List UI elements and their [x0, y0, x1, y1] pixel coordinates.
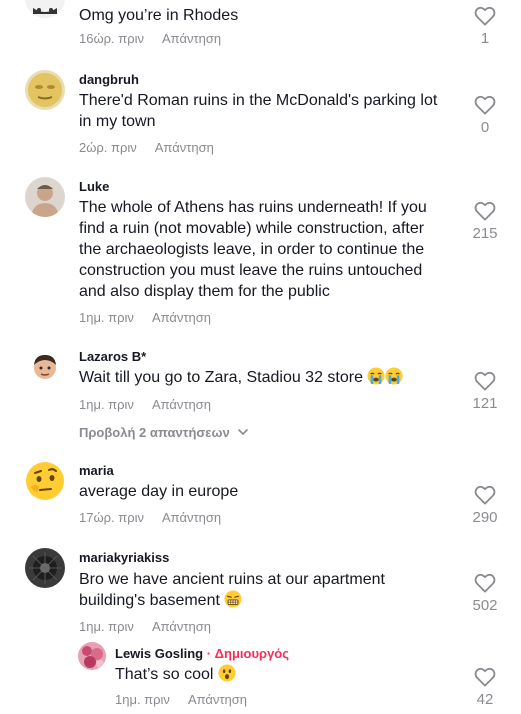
comment-username[interactable]: mariakyriakiss	[79, 550, 169, 565]
comment-text-content: Wait till you go to Zara, Stadiou 32 sto…	[79, 369, 363, 386]
comment-meta: 1ημ. πριν Απάντηση	[79, 310, 211, 325]
like-button[interactable]: 1	[465, 6, 505, 47]
like-count: 290	[472, 509, 498, 526]
comment-meta: 2ώρ. πριν Απάντηση	[79, 140, 214, 155]
avatar-image	[25, 347, 65, 387]
comment-text: Bro we have ancient ruins at our apartme…	[79, 569, 449, 611]
reply-button[interactable]: Απάντηση	[188, 692, 247, 707]
creator-badge: · Δημιουργός	[203, 646, 290, 661]
comment-username[interactable]: Lazaros B*	[79, 349, 146, 364]
reply-button[interactable]: Απάντηση	[162, 510, 221, 525]
comment-text-content: That’s so cool	[115, 666, 214, 683]
avatar-image	[25, 70, 65, 110]
comment-time: 1ημ. πριν	[79, 397, 134, 412]
avatar-image	[25, 461, 65, 501]
grimacing-face-emoji	[224, 590, 242, 608]
comment-meta: 16ώρ. πριν Απάντηση	[79, 31, 221, 46]
like-button[interactable]: 502	[465, 573, 505, 614]
heart-outline-icon	[474, 95, 496, 115]
like-count: 1	[480, 30, 490, 47]
comment-time: 1ημ. πριν	[115, 692, 170, 707]
avatar[interactable]	[25, 0, 65, 18]
avatar[interactable]	[25, 347, 65, 387]
comment-meta: 1ημ. πριν Απάντηση	[79, 619, 211, 634]
avatar[interactable]	[25, 548, 65, 588]
like-button[interactable]: 0	[465, 95, 505, 136]
heart-outline-icon	[474, 667, 496, 687]
view-replies-button[interactable]: Προβολή 2 απαντήσεων	[79, 425, 249, 440]
chevron-down-icon	[238, 429, 249, 436]
creator-name[interactable]: Lewis Gosling	[115, 646, 203, 661]
heart-outline-icon	[474, 6, 496, 26]
loudly-crying-face-emoji	[385, 367, 404, 385]
reply-button[interactable]: Απάντηση	[152, 397, 211, 412]
comment-username[interactable]: maria	[79, 463, 114, 478]
reply-button[interactable]: Απάντηση	[162, 31, 221, 46]
avatar[interactable]	[25, 177, 65, 217]
like-count: 502	[472, 597, 498, 614]
avatar-image	[25, 0, 65, 18]
comment-text: The whole of Athens has ruins underneath…	[79, 199, 427, 300]
avatar-image	[78, 642, 106, 670]
like-button[interactable]: 215	[465, 201, 505, 242]
comment-meta: 17ώρ. πριν Απάντηση	[79, 510, 221, 525]
comment-meta: 1ημ. πριν Απάντηση	[115, 692, 247, 707]
heart-outline-icon	[474, 201, 496, 221]
heart-outline-icon	[474, 485, 496, 505]
comment-time: 16ώρ. πριν	[79, 31, 144, 46]
like-button[interactable]: 42	[465, 667, 505, 708]
like-count: 42	[476, 691, 494, 708]
like-count: 215	[472, 225, 498, 242]
heart-outline-icon	[474, 371, 496, 391]
comment-username[interactable]: dangbruh	[79, 72, 139, 87]
comment-time: 17ώρ. πριν	[79, 510, 144, 525]
comment-text: average day in europe	[79, 483, 239, 500]
avatar[interactable]	[25, 461, 65, 501]
comment-meta: 1ημ. πριν Απάντηση	[79, 397, 211, 412]
reply-button[interactable]: Απάντηση	[152, 310, 211, 325]
reply-button[interactable]: Απάντηση	[152, 619, 211, 634]
comment-time: 1ημ. πριν	[79, 619, 134, 634]
avatar-image	[25, 548, 65, 588]
avatar[interactable]	[78, 642, 106, 670]
like-button[interactable]: 121	[465, 371, 505, 412]
reply-username: Lewis Gosling · Δημιουργός	[115, 646, 289, 661]
comment-text: Wait till you go to Zara, Stadiou 32 sto…	[79, 367, 449, 388]
reply-button[interactable]: Απάντηση	[155, 140, 214, 155]
surprised-face-emoji	[218, 664, 236, 682]
like-button[interactable]: 290	[465, 485, 505, 526]
loudly-crying-face-emoji	[367, 367, 386, 385]
comment-text: Omg you’re in Rhodes	[79, 7, 239, 24]
view-replies-label: Προβολή 2 απαντήσεων	[79, 425, 230, 440]
heart-outline-icon	[474, 573, 496, 593]
comment-username[interactable]: Luke	[79, 179, 109, 194]
like-count: 121	[472, 395, 498, 412]
comment-time: 1ημ. πριν	[79, 310, 134, 325]
comment-text: That’s so cool	[115, 664, 445, 685]
comment-text: There'd Roman ruins in the McDonald's pa…	[79, 92, 438, 130]
like-count: 0	[480, 119, 490, 136]
avatar-image	[25, 177, 65, 217]
avatar[interactable]	[25, 70, 65, 110]
comment-time: 2ώρ. πριν	[79, 140, 137, 155]
